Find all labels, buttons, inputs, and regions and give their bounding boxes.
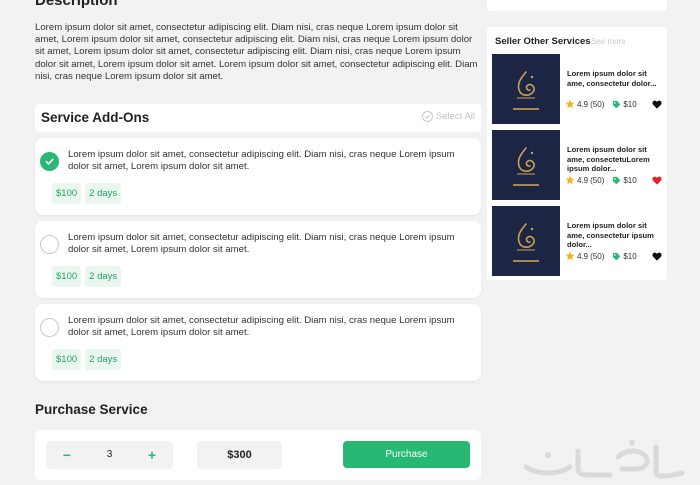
addon-text: Lorem ipsum dolor sit amet, consectetur … [68, 232, 455, 255]
heart-icon [652, 100, 662, 109]
sidebar-card-top [487, 0, 667, 11]
rating-value: 4.9 [577, 99, 589, 109]
service-rating: 4.9 (50) [565, 99, 604, 109]
service-rating: 4.9 (50) [565, 251, 604, 261]
seller-service-item[interactable]: Lorem ipsum dolor sit ame, consectetur i… [492, 206, 662, 276]
increase-quantity-button[interactable]: + [142, 445, 162, 465]
addon-checkbox[interactable] [40, 235, 59, 254]
addon-checkbox[interactable] [40, 318, 59, 337]
check-icon [45, 158, 54, 165]
logo-underline [513, 107, 539, 110]
star-icon [565, 175, 575, 185]
service-thumbnail[interactable] [492, 130, 560, 200]
heart-icon [652, 176, 662, 185]
price-value: $10 [623, 99, 637, 109]
service-meta: 4.9 (50) $10 [565, 175, 662, 185]
service-title[interactable]: Lorem ipsum dolor sit ame, consectetur d… [567, 69, 659, 88]
rating-count: (50) [590, 99, 605, 109]
service-thumbnail[interactable] [492, 206, 560, 276]
purchase-title: Purchase Service [35, 402, 148, 417]
heart-icon [652, 252, 662, 261]
rating-count: (50) [590, 251, 605, 261]
addon-checkbox-checked[interactable] [40, 152, 59, 171]
addon-duration: 2 days [85, 183, 122, 204]
purchase-button[interactable]: Purchase [343, 441, 470, 468]
service-title[interactable]: Lorem ipsum dolor sit ame, consectetuLor… [567, 145, 659, 174]
favorite-button-active[interactable] [652, 176, 662, 185]
addon-tags: $100 2 days [52, 266, 122, 287]
service-meta: 4.9 (50) $10 [565, 99, 662, 109]
calligraphy-logo-icon [517, 222, 535, 250]
addon-price: $100 [52, 349, 82, 370]
addon-text: Lorem ipsum dolor sit amet, consectetur … [68, 149, 455, 172]
logo-underline [513, 259, 539, 262]
addon-tags: $100 2 days [52, 349, 122, 370]
rating-value: 4.9 [577, 251, 589, 261]
purchase-panel: − 3 + $300 Purchase [35, 430, 481, 480]
addon-duration: 2 days [85, 266, 122, 287]
service-rating: 4.9 (50) [565, 175, 604, 185]
rating-count: (50) [590, 175, 605, 185]
star-icon [565, 99, 575, 109]
star-icon [565, 251, 575, 261]
service-price: $10 [612, 251, 637, 261]
price-value: $10 [623, 251, 637, 261]
calligraphy-logo-icon [517, 146, 535, 174]
total-price: $300 [197, 441, 282, 469]
price-value: $10 [623, 175, 637, 185]
seller-other-services-card: Seller Other Services See more Lorem ips… [487, 27, 667, 280]
service-price: $10 [612, 99, 637, 109]
tag-icon [613, 100, 621, 108]
favorite-button[interactable] [652, 100, 662, 109]
tag-icon [613, 176, 621, 184]
addon-item[interactable]: Lorem ipsum dolor sit amet, consectetur … [35, 304, 481, 381]
description-text: Lorem ipsum dolor sit amet, consectetur … [35, 22, 478, 82]
favorite-button[interactable] [652, 252, 662, 261]
quantity-stepper: − 3 + [46, 441, 173, 469]
logo-underline [513, 183, 539, 186]
calligraphy-logo-icon [517, 70, 535, 98]
rating-value: 4.9 [577, 175, 589, 185]
addon-tags: $100 2 days [52, 183, 122, 204]
seller-services-title: Seller Other Services [495, 36, 591, 47]
check-circle-icon [421, 111, 433, 122]
addon-item[interactable]: Lorem ipsum dolor sit amet, consectetur … [35, 138, 481, 215]
seller-service-item[interactable]: Lorem ipsum dolor sit ame, consectetuLor… [492, 130, 662, 200]
description-title: Description [35, 0, 118, 9]
service-price: $10 [612, 175, 637, 185]
addon-price: $100 [52, 183, 82, 204]
addon-text: Lorem ipsum dolor sit amet, consectetur … [68, 315, 455, 338]
select-all-label: Select All [435, 111, 475, 122]
seller-service-item[interactable]: Lorem ipsum dolor sit ame, consectetur d… [492, 54, 662, 124]
see-more-link[interactable]: See more [591, 37, 626, 46]
service-title[interactable]: Lorem ipsum dolor sit ame, consectetur i… [567, 221, 659, 250]
addon-duration: 2 days [85, 349, 122, 370]
tag-icon [613, 252, 621, 260]
addon-item[interactable]: Lorem ipsum dolor sit amet, consectetur … [35, 221, 481, 298]
addons-title: Service Add-Ons [41, 110, 150, 125]
quantity-value[interactable]: 3 [86, 449, 133, 460]
addon-price: $100 [52, 266, 82, 287]
select-all-button[interactable]: Select All [421, 111, 475, 122]
service-meta: 4.9 (50) $10 [565, 251, 662, 261]
addons-header: Service Add-Ons Select All [35, 104, 481, 132]
decrease-quantity-button[interactable]: − [57, 445, 77, 465]
watermark-logo [523, 440, 685, 479]
service-thumbnail[interactable] [492, 54, 560, 124]
